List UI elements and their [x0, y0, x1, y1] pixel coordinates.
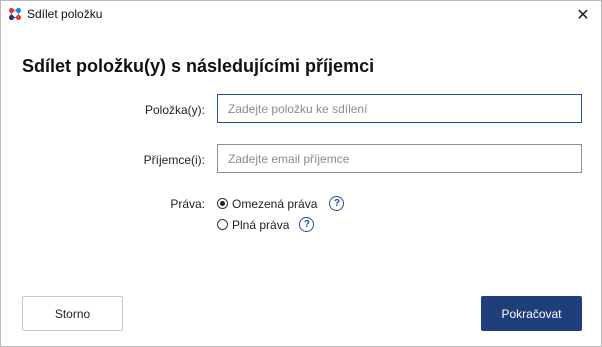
continue-button[interactable]: Pokračovat: [481, 296, 582, 331]
radio-button-full[interactable]: [217, 219, 228, 230]
cancel-button[interactable]: Storno: [22, 296, 123, 331]
rights-option-limited[interactable]: Omezená práva ?: [217, 196, 345, 211]
app-logo-icon: [9, 8, 21, 20]
rights-option-full[interactable]: Plná práva ?: [217, 217, 315, 232]
rights-option-full-label: Plná práva: [232, 217, 290, 232]
recipient-email-input[interactable]: [217, 144, 582, 173]
share-item-dialog: Sdílet položku ✕ Sdílet položku(y) s nás…: [0, 0, 602, 347]
close-icon: ✕: [576, 6, 590, 24]
radio-button-limited[interactable]: [217, 198, 228, 209]
close-button[interactable]: ✕: [565, 1, 601, 28]
window-title: Sdílet položku: [27, 7, 103, 21]
help-icon[interactable]: ?: [299, 217, 315, 232]
recipient-label: Příjemce(i):: [143, 153, 205, 167]
dialog-heading: Sdílet položku(y) s následujícími příjem…: [22, 56, 375, 76]
title-bar: Sdílet položku ✕: [1, 1, 601, 28]
item-label: Položka(y):: [144, 103, 205, 117]
item-input[interactable]: [217, 94, 582, 123]
rights-label: Práva:: [170, 197, 205, 211]
rights-option-limited-label: Omezená práva: [232, 196, 318, 211]
help-icon[interactable]: ?: [329, 196, 345, 211]
